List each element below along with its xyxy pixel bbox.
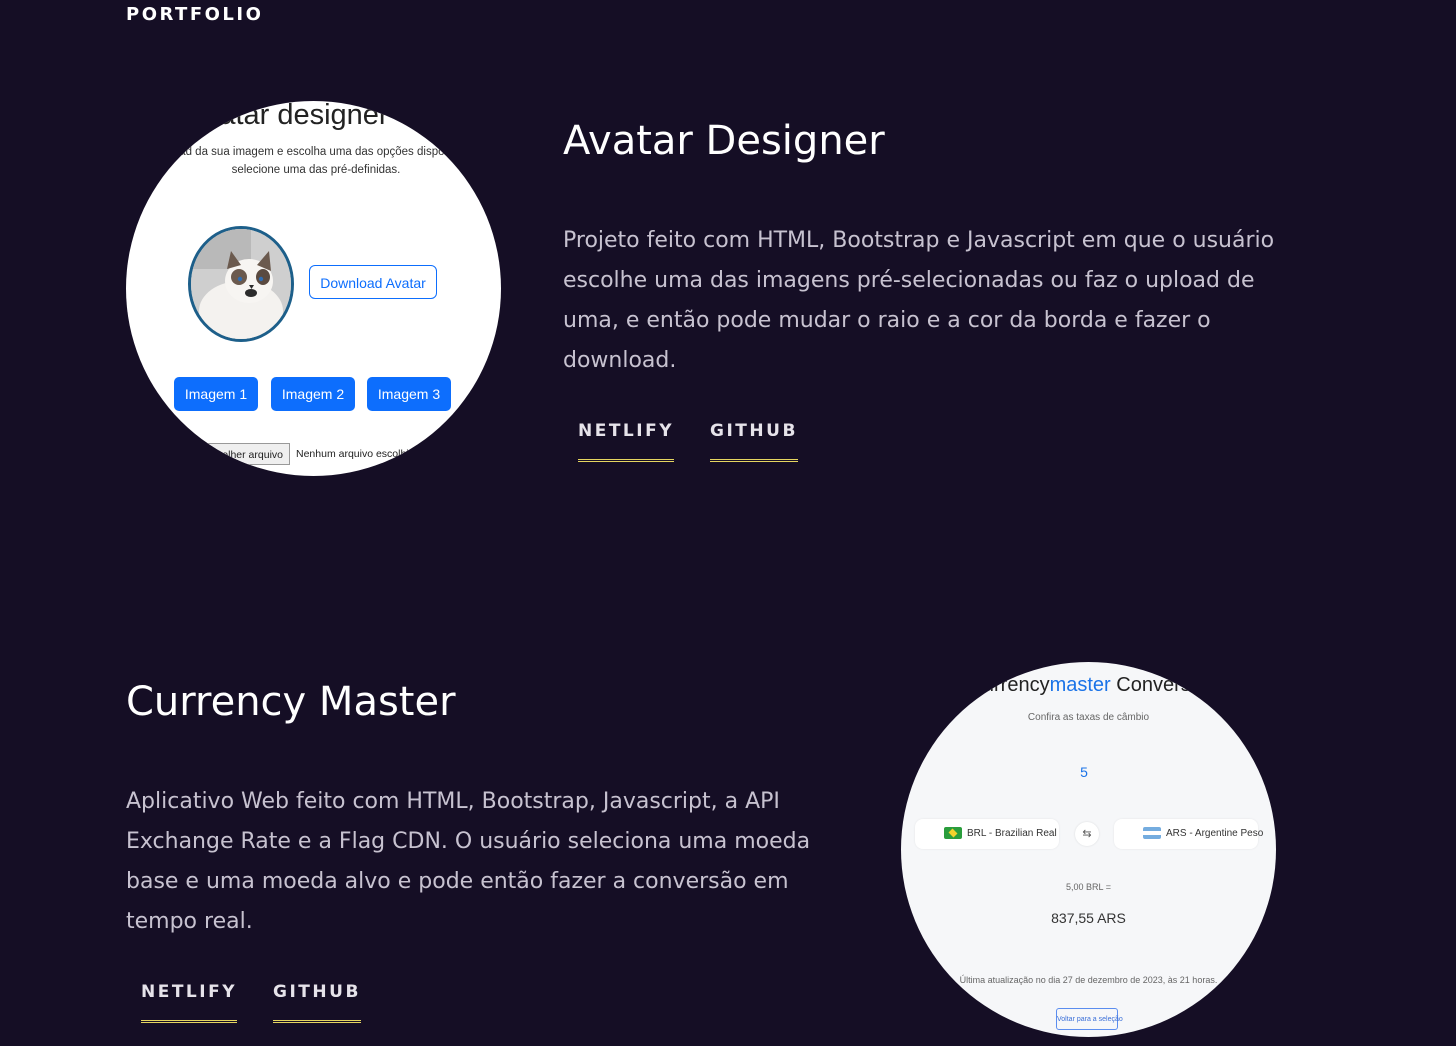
thumbnail-title: Currencymaster Conversor [968,674,1209,696]
project-description-avatar-designer: Projeto feito com HTML, Bootstrap e Java… [563,228,1275,373]
avatar-designer-thumbnail: Avatar designer upload da sua imagem e e… [126,101,501,476]
brazil-flag-icon [944,827,962,840]
project-title-currency-master: Currency Master [126,679,456,725]
choose-file-button: Escolher arquivo [196,443,290,465]
netlify-link[interactable]: NETLIFY [578,421,675,462]
project-description-currency-master: Aplicativo Web feito com HTML, Bootstrap… [126,789,811,934]
last-updated: Última atualização no dia 27 de dezembro… [959,975,1218,985]
from-amount: 5,00 BRL = [1066,882,1111,892]
image-2-button: Imagem 2 [271,377,355,411]
image-3-button: Imagem 3 [367,377,451,411]
to-currency-select: ARS - Argentine Peso [1114,819,1263,849]
thumbnail-heading: Avatar designer [186,101,389,131]
image-1-button: Imagem 1 [174,377,258,411]
swap-icon: ⇆ [1075,822,1099,846]
download-avatar-button: Download Avatar [309,265,437,299]
from-currency-select: BRL - Brazilian Real [915,819,1059,849]
conversion-result: 837,55 ARS [1051,910,1126,926]
thumbnail-subtitle: Confira as taxas de câmbio [1027,712,1150,723]
project-links-avatar-designer: NETLIFY GITHUB [563,421,798,462]
section-label: PORTFOLIO [126,4,264,25]
github-link[interactable]: GITHUB [273,982,361,1023]
file-status: Nenhum arquivo escolhido [296,448,421,460]
thumbnail-subtitle: upload da sua imagem e escolha uma das o… [157,146,475,176]
netlify-link[interactable]: NETLIFY [141,982,238,1023]
project-links-currency-master: NETLIFY GITHUB [126,982,361,1023]
currency-master-thumbnail: Currencymaster Conversor Confira as taxa… [901,662,1276,1037]
project-title-avatar-designer: Avatar Designer [563,118,885,164]
github-link[interactable]: GITHUB [710,421,798,462]
cat-avatar-image [188,226,294,342]
amount-value: 5 [1080,764,1088,780]
back-button: Voltar para a seleção [1056,1008,1123,1030]
argentina-flag-icon [1143,827,1161,840]
